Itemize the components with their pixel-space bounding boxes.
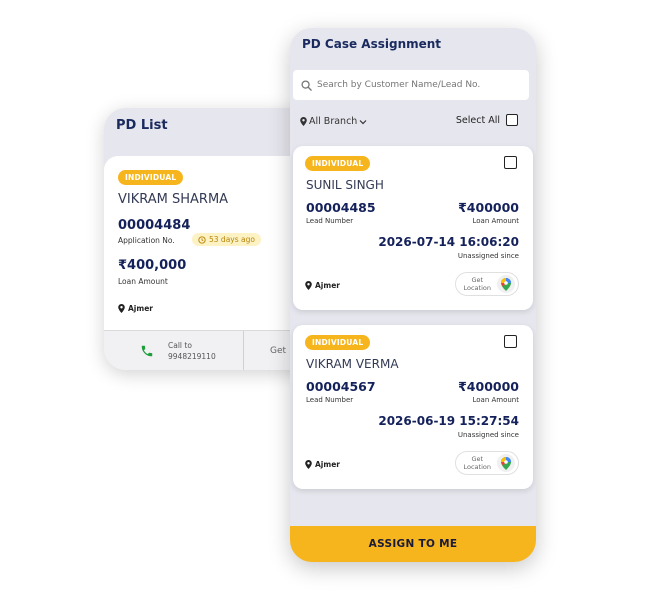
get-location-button[interactable]: Get Location — [454, 272, 519, 296]
select-all-checkbox[interactable] — [506, 114, 518, 126]
customer-name: SUNIL SINGH — [306, 178, 384, 192]
call-label: Call to — [168, 341, 192, 350]
lead-number-label: Lead Number — [306, 217, 354, 225]
search-input[interactable] — [317, 80, 517, 90]
location-pin-icon — [305, 281, 312, 290]
case-card[interactable]: INDIVIDUAL SUNIL SINGH 00004485 Lead Num… — [293, 146, 533, 310]
select-all-label: Select All — [455, 114, 500, 126]
location: Ajmer — [118, 304, 153, 313]
loan-amount: ₹400000 — [458, 379, 519, 394]
google-maps-icon — [497, 275, 515, 293]
location-pin-icon — [305, 460, 312, 469]
google-maps-icon — [497, 454, 515, 472]
assign-to-me-button[interactable]: ASSIGN TO ME — [290, 526, 536, 562]
get-location-label-1: Get — [471, 276, 484, 284]
lead-number: 00004485 — [306, 200, 376, 215]
unassigned-datetime: 2026-06-19 15:27:54 — [378, 414, 519, 428]
individual-badge: INDIVIDUAL — [305, 156, 371, 171]
loan-amount: ₹400,000 — [118, 258, 187, 273]
lead-number: 00004567 — [306, 379, 376, 394]
application-number: 00004484 — [118, 218, 191, 233]
case-assignment-title: PD Case Assignment — [302, 37, 442, 51]
branch-filter-label: All Branch — [309, 116, 358, 127]
days-ago-badge: 53 days ago — [192, 233, 261, 246]
location-pin-icon — [300, 117, 307, 126]
get-location-label-1: Get — [471, 455, 484, 463]
unassigned-since-label: Unassigned since — [457, 252, 519, 260]
loan-amount-label: Loan Amount — [472, 217, 519, 225]
get-location-button[interactable]: Get — [244, 331, 286, 370]
location-text: Ajmer — [128, 304, 153, 313]
get-label: Get — [270, 345, 287, 356]
location: Ajmer — [305, 460, 340, 469]
get-location-label-2: Location — [463, 284, 492, 292]
branch-filter[interactable]: All Branch — [300, 116, 367, 127]
location-text: Ajmer — [315, 460, 340, 469]
case-assignment-screen: PD Case Assignment All Branch Select All… — [290, 28, 536, 562]
case-checkbox[interactable] — [504, 335, 517, 348]
case-card[interactable]: INDIVIDUAL VIKRAM VERMA 00004567 Lead Nu… — [293, 325, 533, 489]
phone-icon — [141, 345, 153, 357]
get-location-button[interactable]: Get Location — [454, 451, 519, 475]
individual-badge: INDIVIDUAL — [305, 335, 371, 350]
application-number-label: Application No. — [118, 236, 175, 245]
loan-amount-label: Loan Amount — [472, 396, 519, 404]
location-text: Ajmer — [315, 281, 340, 290]
lead-number-label: Lead Number — [306, 396, 354, 404]
days-ago-text: 53 days ago — [209, 235, 255, 244]
location-pin-icon — [118, 304, 125, 313]
search-icon — [301, 79, 312, 91]
loan-amount-label: Loan Amount — [118, 277, 168, 286]
loan-amount: ₹400000 — [458, 200, 519, 215]
customer-name: VIKRAM SHARMA — [118, 192, 229, 207]
location: Ajmer — [305, 281, 340, 290]
search-bar[interactable] — [293, 70, 529, 100]
pd-list-title: PD List — [116, 118, 168, 133]
chevron-down-icon — [359, 119, 367, 124]
unassigned-datetime: 2026-07-14 16:06:20 — [378, 235, 519, 249]
select-all[interactable]: Select All — [456, 114, 518, 126]
case-checkbox[interactable] — [504, 156, 517, 169]
call-button[interactable]: Call to 9948219110 — [104, 331, 244, 370]
call-number: 9948219110 — [168, 352, 216, 361]
clock-icon — [198, 235, 206, 244]
customer-name: VIKRAM VERMA — [306, 357, 399, 371]
individual-badge: INDIVIDUAL — [118, 170, 184, 185]
unassigned-since-label: Unassigned since — [457, 431, 519, 439]
get-location-label-2: Location — [463, 463, 492, 471]
stage: PD List INDIVIDUAL VIKRAM SHARMA 0000448… — [0, 0, 650, 600]
